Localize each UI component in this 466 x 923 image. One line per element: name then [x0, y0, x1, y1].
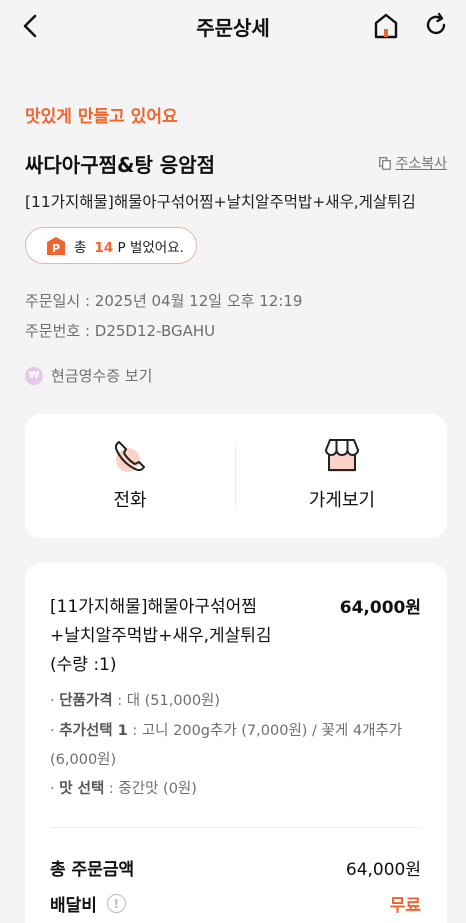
copy-address-label: 주소복사: [395, 156, 447, 172]
view-store-button[interactable]: 가게보기: [237, 414, 447, 538]
copy-icon: [379, 156, 392, 170]
item-name-line: [11가지해물]해물아구섞어찜: [50, 597, 257, 617]
points-prefix: 총: [74, 239, 87, 256]
points-suffix: P 벌었어요.: [117, 239, 184, 256]
option-value: 대 (51,000원): [126, 693, 221, 709]
section-divider: [50, 827, 421, 828]
item-quantity: (수량 :1): [50, 655, 117, 675]
option-label: 추가선택 1: [59, 723, 128, 739]
call-label: 전화: [113, 490, 147, 511]
store-actions-card: 전화 가게보기: [25, 414, 447, 538]
cash-receipt-link[interactable]: ₩ 현금영수증 보기: [25, 365, 152, 386]
order-number: 주문번호 : D25D12-BGAHU: [25, 322, 216, 340]
delivery-fee-value: 무료: [389, 896, 421, 916]
option-label: 맛 선택: [59, 781, 105, 797]
view-store-label: 가게보기: [308, 490, 376, 511]
item-price: 64,000원: [339, 598, 421, 618]
won-icon: ₩: [25, 366, 43, 385]
copy-address-button[interactable]: 주소복사: [379, 153, 447, 173]
item-name: [11가지해물]해물아구섞어찜 +날치알주먹밥+새우,게살튀김 (수량 :1): [50, 593, 320, 680]
cash-receipt-label: 현금영수증 보기: [51, 367, 153, 385]
delivery-fee-row: 배달비 !: [50, 891, 126, 916]
refresh-button[interactable]: [422, 11, 450, 39]
phone-icon: [114, 441, 145, 472]
points-badge: P 총 14 P 벌었어요.: [25, 227, 197, 264]
store-name: 싸다아구찜&탕 응암점: [25, 153, 216, 177]
refresh-icon: [426, 12, 446, 35]
home-icon: [374, 13, 398, 39]
order-items-card: [11가지해물]해물아구섞어찜 +날치알주먹밥+새우,게살튀김 (수량 :1) …: [25, 563, 447, 923]
item-name-line: +날치알주먹밥+새우,게살튀김: [50, 626, 272, 646]
home-button[interactable]: [372, 11, 400, 39]
call-button[interactable]: 전화: [25, 414, 235, 538]
svg-text:P: P: [52, 242, 60, 255]
item-option: · 추가선택 1 : 고니 200g추가 (7,000원) / 꽃게 4개추가 …: [50, 723, 403, 768]
item-option: · 맛 선택 : 중간맛 (0원): [50, 781, 197, 797]
app-header: 주문상세: [0, 0, 466, 52]
item-option: · 단품가격 : 대 (51,000원): [50, 693, 221, 709]
point-p-icon: P: [47, 236, 65, 255]
menu-summary: [11가지해물]해물아구섞어찜+날치알주먹밥+새우,게살튀김: [25, 193, 416, 211]
total-label: 총 주문금액: [50, 860, 135, 880]
order-status: 맛있게 만들고 있어요: [25, 107, 178, 127]
info-icon[interactable]: !: [106, 894, 126, 913]
order-datetime: 주문일시 : 2025년 04월 12일 오후 12:19: [25, 292, 303, 310]
delivery-fee-label: 배달비: [50, 896, 97, 916]
option-label: 단품가격: [59, 693, 113, 709]
points-amount: 14: [94, 239, 114, 256]
total-value: 64,000원: [345, 860, 421, 880]
action-divider: [235, 446, 236, 506]
option-value: 중간맛 (0원): [118, 781, 197, 797]
store-icon: [325, 439, 359, 472]
